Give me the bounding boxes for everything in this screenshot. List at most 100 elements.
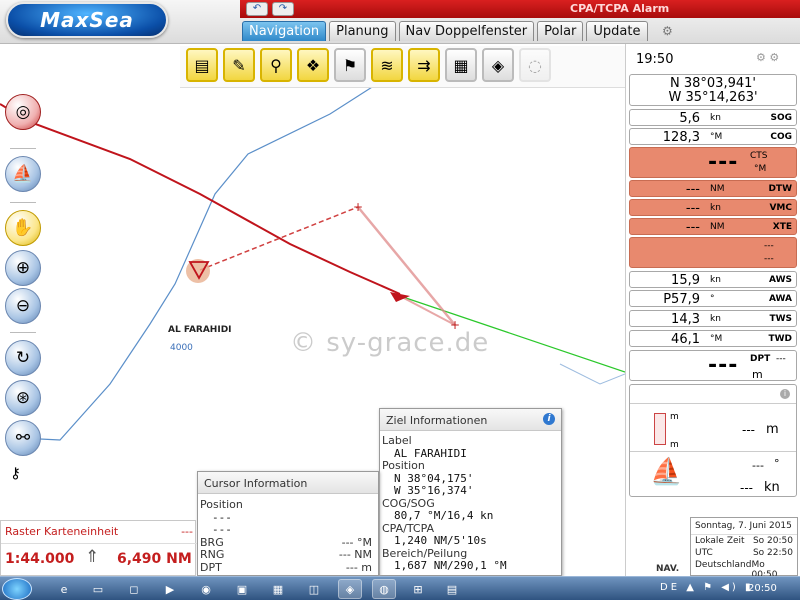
pressure-map-icon[interactable]: ◈ <box>482 48 514 82</box>
depth-contour <box>39 81 381 441</box>
label-title: Label <box>382 434 412 447</box>
app-icon[interactable]: ▣ <box>230 579 254 599</box>
longitude: W 35°14,263' <box>668 90 758 105</box>
dpt-label: DPT <box>200 560 222 574</box>
weather-buoy-icon[interactable]: ⚲ <box>260 48 292 82</box>
xte-row: --- NM XTE <box>629 218 797 235</box>
settings-icon[interactable]: ⚙ <box>662 24 673 38</box>
cursor-rng-row: RNG --- NM <box>198 548 378 562</box>
app-icon[interactable]: ⊞ <box>406 579 430 599</box>
app-logo: MaxSea <box>6 2 168 38</box>
awa-value: P57,9 <box>663 292 700 307</box>
cpa-cross: + <box>353 200 363 214</box>
cog-label: COG <box>770 132 792 142</box>
depth-contour-right <box>559 363 625 385</box>
explorer-icon[interactable]: ▭ <box>86 579 110 599</box>
position-box: N 38°03,941' W 35°14,263' <box>629 74 797 106</box>
start-button[interactable] <box>2 578 32 600</box>
vmc-unit: kn <box>710 203 721 213</box>
divider <box>10 148 36 149</box>
rng-label: RNG <box>200 548 225 561</box>
dpt-unit: m <box>752 368 763 381</box>
media-icon[interactable]: ▶ <box>158 579 182 599</box>
windsock-icon[interactable]: ⚑ <box>334 48 366 82</box>
wind-arrows-icon[interactable]: ≋ <box>371 48 403 82</box>
xte-label: XTE <box>772 222 792 232</box>
firefox-icon[interactable]: ◍ <box>372 579 396 599</box>
clock-row: Lokale Zeit So 20:50 <box>691 535 797 547</box>
divider <box>630 451 796 452</box>
sog-label: SOG <box>770 113 792 123</box>
rng-value: --- NM <box>338 548 372 561</box>
zoom-in-icon[interactable]: ⊕ <box>5 250 41 286</box>
clock-row-label: UTC <box>695 548 713 558</box>
back-arrow-icon[interactable]: ↶ <box>246 2 268 16</box>
main-tabs: Navigation Planung Nav Doppelfenster Pol… <box>242 21 648 41</box>
app-icon[interactable]: ▦ <box>266 579 290 599</box>
tab-planung[interactable]: Planung <box>329 21 396 41</box>
app-icon[interactable]: ▤ <box>440 579 464 599</box>
scale-title: Raster Karteneinheit <box>5 525 119 538</box>
satellite-image-icon[interactable]: ▦ <box>445 48 477 82</box>
app-icon[interactable]: ◻ <box>122 579 146 599</box>
ie-icon[interactable]: e <box>52 579 76 599</box>
alarm-title: CPA/TCPA Alarm <box>570 2 670 15</box>
cursor-info-title: Cursor Information <box>198 472 378 494</box>
awa-row: P57,9 ° AWA <box>629 290 797 307</box>
gauge-unit: m <box>766 422 779 437</box>
zoom-out-icon[interactable]: ⊖ <box>5 288 41 324</box>
cog-unit: °M <box>710 132 723 142</box>
center-boat-icon[interactable]: ⛵ <box>5 156 41 192</box>
rotate-north-icon[interactable]: ↻ <box>5 340 41 376</box>
extra-line2: --- <box>764 254 774 264</box>
current-arrows-icon[interactable]: ⇉ <box>408 48 440 82</box>
disabled-tool-icon: ◌ <box>519 48 551 82</box>
pan-hand-icon[interactable]: ✋ <box>5 210 41 246</box>
cursor-lon: --- <box>212 523 232 536</box>
sog-row: 5,6 kn SOG <box>629 109 797 126</box>
waypoint-icon[interactable]: ⊛ <box>5 380 41 416</box>
lifebuoy-mob-icon[interactable]: ◎ <box>5 94 41 130</box>
cts-box: --- CTS °M <box>629 147 797 178</box>
tide-chart-icon[interactable]: ▤ <box>186 48 218 82</box>
xte-unit: NM <box>710 222 725 232</box>
cogsog-value: 80,7 °M/16,4 kn <box>394 509 494 522</box>
compass-divider-icon[interactable]: ⚯ <box>5 420 41 456</box>
clock-row-value: So 22:50 <box>752 548 793 558</box>
tab-navigation[interactable]: Navigation <box>242 21 327 41</box>
scale-box: Raster Karteneinheit --- 1:44.000 ⇑ 6,49… <box>0 520 197 576</box>
chrome-icon[interactable]: ◉ <box>194 579 218 599</box>
app-icon[interactable]: ◫ <box>302 579 326 599</box>
taskbar-clock[interactable]: 20:50 <box>748 583 777 594</box>
tws-row: 14,3 kn TWS <box>629 310 797 327</box>
cts-label: CTS <box>750 151 768 161</box>
lock-icon[interactable]: ⚷ <box>10 464 21 482</box>
dpt-value: --- m <box>345 560 372 574</box>
tws-label: TWS <box>769 314 792 324</box>
tab-update[interactable]: Update <box>586 21 648 41</box>
vmc-row: --- kn VMC <box>629 199 797 216</box>
twd-row: 46,1 °M TWD <box>629 330 797 347</box>
route-icon[interactable]: ✎ <box>223 48 255 82</box>
tab-polar[interactable]: Polar <box>537 21 584 41</box>
tab-nav-doppelfenster[interactable]: Nav Doppelfenster <box>398 21 535 41</box>
position-title: Position <box>382 459 425 472</box>
maxsea-icon[interactable]: ◈ <box>338 579 362 599</box>
gauge-info-icon[interactable]: i <box>780 389 790 399</box>
info-icon[interactable]: i <box>543 413 555 425</box>
divider <box>10 332 36 333</box>
forward-arrow-icon[interactable]: ↷ <box>272 2 294 16</box>
gauge-value: --- <box>742 423 755 437</box>
twd-label: TWD <box>768 334 792 344</box>
dpt-box: --- DPT --- m <box>629 350 797 381</box>
panel-settings-icon[interactable]: ⚙ ⚙ <box>756 51 779 64</box>
scale-distance: 6,490 NM <box>117 551 192 567</box>
clock-date: Sonntag, 7. Juni 2015 <box>691 518 797 535</box>
layers-icon[interactable]: ❖ <box>297 48 329 82</box>
wind-speed: --- <box>740 481 753 495</box>
scale-ratio: 1:44.000 <box>5 551 75 567</box>
clock-row-label: Lokale Zeit <box>695 536 745 546</box>
system-tray[interactable]: DE ▲ ⚑ ◀) ▮ <box>660 582 753 593</box>
awa-unit: ° <box>710 294 715 304</box>
tws-unit: kn <box>710 314 721 324</box>
